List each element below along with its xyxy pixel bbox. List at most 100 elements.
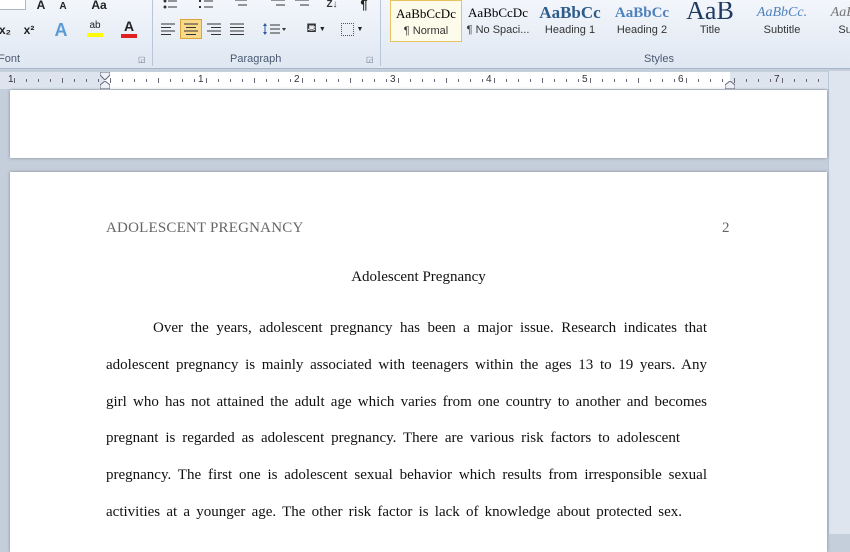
style-preview: AaB (686, 2, 734, 24)
previous-page[interactable] (10, 90, 827, 158)
ruler-tick (26, 79, 27, 82)
font-group-label: Font (0, 53, 21, 65)
style-preview: AaBbCcDc (396, 6, 456, 21)
font-color-swatch (121, 34, 137, 38)
vertical-scrollbar[interactable] (828, 71, 850, 534)
ruler-tick (770, 79, 771, 82)
ruler-number: 6 (678, 74, 684, 85)
align-center-button[interactable] (180, 19, 202, 39)
paragraph-dialog-launcher-icon[interactable]: ◲ (366, 55, 374, 64)
bullets-button[interactable] (159, 0, 181, 14)
highlight-button[interactable]: ab (80, 19, 110, 39)
align-right-button[interactable] (203, 19, 225, 39)
ruler-tick (74, 79, 75, 82)
ruler-tick (482, 79, 483, 82)
ruler-tick (782, 78, 783, 83)
ruler-tick (266, 79, 267, 82)
change-case-button[interactable]: Aa (84, 0, 114, 15)
increase-indent-button[interactable] (291, 0, 313, 14)
ruler-tick (686, 78, 687, 83)
ruler-tick (182, 79, 183, 82)
ruler-tick (470, 79, 471, 82)
numbering-button[interactable] (195, 0, 217, 14)
font-size-dropdown[interactable] (0, 0, 26, 10)
ruler-tick (494, 78, 495, 83)
justify-button[interactable] (226, 19, 248, 39)
styles-group-label: Styles (644, 53, 674, 65)
style-preview: AaBbCc (539, 3, 601, 22)
text-effects-icon: A (54, 19, 68, 40)
ruler-tick (206, 78, 207, 83)
style-no-spacing[interactable]: AaBbCcDc ¶ No Spaci... (462, 0, 534, 42)
ruler-tick (758, 79, 759, 82)
ruler-tick (302, 78, 303, 83)
multilevel-list-button[interactable] (229, 0, 251, 14)
justify-icon (230, 23, 244, 35)
style-name: Subtle (838, 24, 850, 36)
shrink-font-button[interactable]: A (52, 0, 74, 16)
ruler-tick (722, 79, 723, 82)
dropdown-arrow-icon: ▼ (318, 25, 326, 33)
shading-button[interactable]: ⛾ ▼ (301, 19, 331, 39)
ruler-tick (62, 78, 63, 83)
dropdown-arrow-icon: ▼ (356, 25, 364, 33)
pilcrow-icon: ¶ (360, 0, 368, 12)
bullets-icon (163, 0, 177, 9)
decrease-indent-icon (271, 0, 285, 6)
subscript-button[interactable]: x₂ (0, 20, 16, 40)
style-name: ¶ No Spaci... (466, 24, 530, 36)
document-page[interactable]: ADOLESCENT PREGNANCY 2 Adolescent Pregna… (10, 172, 827, 552)
paragraph-group: Z↓ ¶ ⛾ ▼ ▼ Paragraph ◲ (153, 0, 380, 68)
style-subtle[interactable]: AaBbCc Subtle (818, 0, 850, 42)
grow-font-button[interactable]: A (30, 0, 52, 15)
align-center-icon (184, 23, 198, 35)
style-title[interactable]: AaB Title (674, 0, 746, 42)
ruler-tick (290, 79, 291, 82)
ruler-tick (110, 78, 111, 83)
sort-icon: Z↓ (326, 0, 338, 10)
ruler-tick (50, 79, 51, 82)
ruler-tick (674, 79, 675, 82)
ruler-tick (458, 79, 459, 82)
style-normal[interactable]: AaBbCcDc ¶ Normal (390, 0, 462, 42)
styles-group: AaBbCcDc ¶ Normal AaBbCcDc ¶ No Spaci...… (381, 0, 850, 68)
increase-indent-icon (295, 0, 309, 6)
sort-button[interactable]: Z↓ (321, 0, 343, 14)
ruler-tick (806, 79, 807, 82)
body-text-line: pregnancy. The first one is adolescent s… (106, 467, 707, 483)
font-group: A A Aa x₂ x² A ab A Font ◲ (0, 0, 152, 68)
style-name: Subtitle (763, 24, 801, 36)
ruler-tick (218, 79, 219, 82)
style-subtitle[interactable]: AaBbCc. Subtitle (746, 0, 818, 42)
ruler-tick (818, 79, 819, 82)
align-left-button[interactable] (157, 19, 179, 39)
hanging-indent-marker-icon[interactable] (100, 81, 110, 89)
ruler-number: 5 (582, 74, 588, 85)
ruler-number: 1 (198, 74, 204, 85)
ruler-tick (650, 79, 651, 82)
borders-button[interactable]: ▼ (337, 19, 367, 39)
highlighter-icon: ab (89, 20, 101, 31)
font-color-button[interactable]: A (114, 19, 144, 39)
style-preview: AaBbCcDc (468, 5, 528, 20)
first-line-indent-marker-icon[interactable] (100, 72, 110, 80)
ruler-tick (518, 79, 519, 82)
align-left-icon (161, 23, 175, 35)
style-heading-2[interactable]: AaBbCc Heading 2 (606, 0, 678, 42)
ruler-tick (146, 79, 147, 82)
ruler-tick (314, 79, 315, 82)
ruler-number: 7 (774, 74, 780, 85)
decrease-indent-button[interactable] (267, 0, 289, 14)
line-spacing-button[interactable] (259, 19, 289, 39)
horizontal-ruler[interactable]: 1 1 2 3 4 5 6 7 (0, 71, 828, 90)
ruler-tick (98, 79, 99, 82)
right-indent-marker-icon[interactable] (725, 81, 735, 89)
text-effects-button[interactable]: A (50, 20, 72, 40)
show-formatting-button[interactable]: ¶ (353, 0, 375, 14)
font-dialog-launcher-icon[interactable]: ◲ (138, 55, 146, 64)
ruler-tick (326, 79, 327, 82)
ruler-tick (242, 79, 243, 82)
ruler-tick (614, 79, 615, 82)
style-heading-1[interactable]: AaBbCc Heading 1 (534, 0, 606, 42)
superscript-button[interactable]: x² (18, 20, 40, 40)
